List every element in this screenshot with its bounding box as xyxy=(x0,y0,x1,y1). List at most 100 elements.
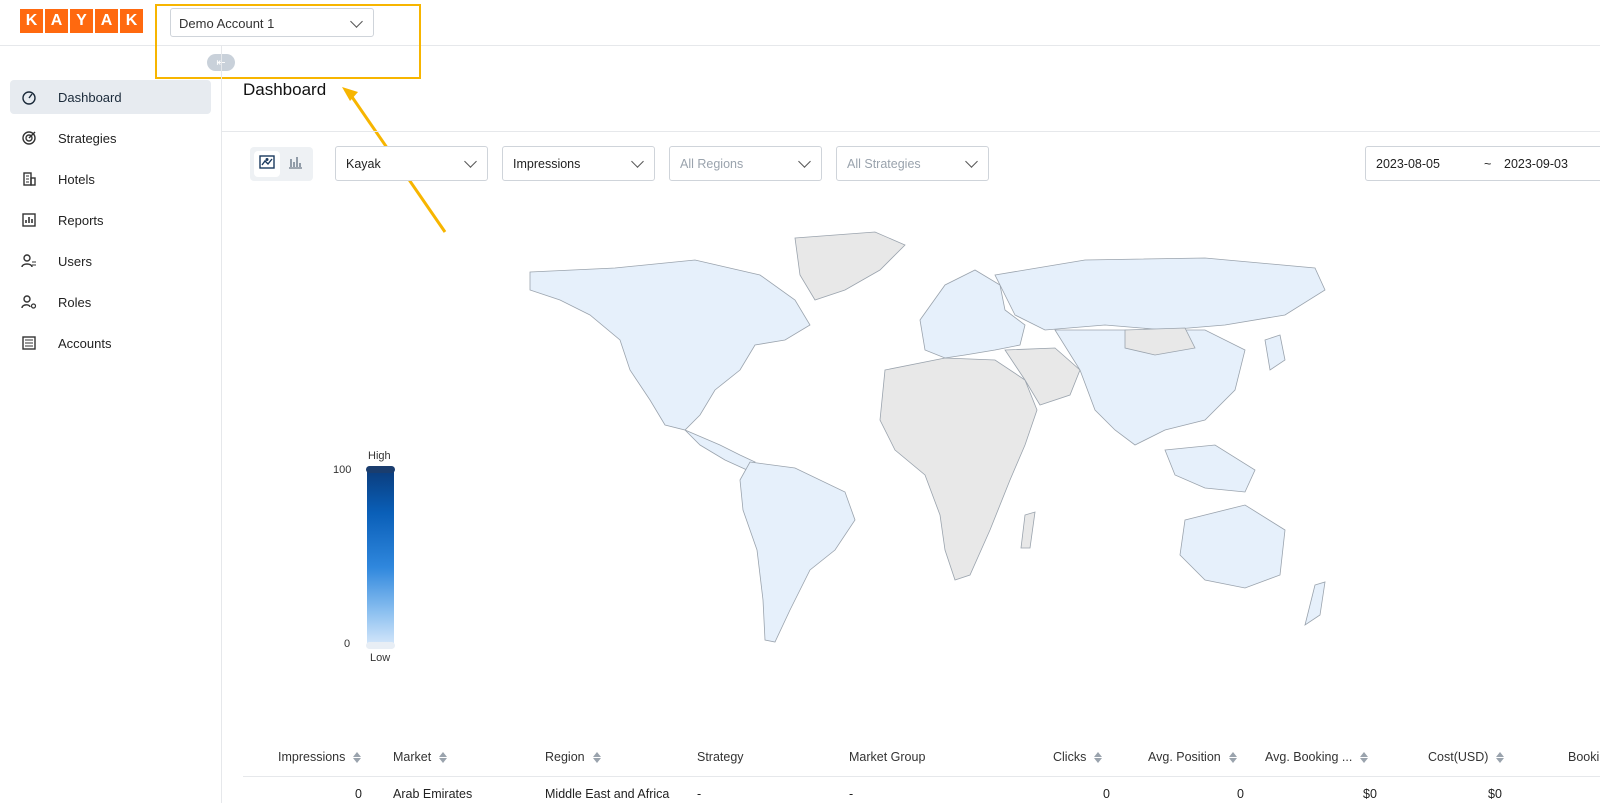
column-header-market-group: Market Group xyxy=(849,750,925,764)
cell-avg-position: 0 xyxy=(1237,787,1244,801)
column-header-region[interactable]: Region xyxy=(545,750,601,764)
map-region-central-america xyxy=(684,429,756,471)
legend-low-label: Low xyxy=(370,652,391,664)
legend-max-value: 100 xyxy=(333,464,352,476)
column-label: Avg. Booking ... xyxy=(1265,750,1353,764)
sidebar-item-reports[interactable]: Reports xyxy=(10,203,211,237)
sidebar-item-label: Hotels xyxy=(58,171,95,187)
cell-cost: $0 xyxy=(1488,787,1502,801)
sort-icon[interactable] xyxy=(439,751,448,763)
legend-max-handle[interactable] xyxy=(366,466,395,473)
sidebar-item-accounts[interactable]: Accounts xyxy=(10,326,211,360)
column-label: Region xyxy=(545,750,585,764)
column-header-impressions[interactable]: Impressions xyxy=(278,750,362,764)
map-region-africa xyxy=(879,357,1038,581)
source-select-value: Kayak xyxy=(346,157,381,171)
sidebar-item-label: Strategies xyxy=(58,130,117,146)
chart-view-icon xyxy=(287,155,303,174)
sidebar-item-label: Accounts xyxy=(58,335,112,351)
map-region-southeast-asia xyxy=(1164,444,1256,493)
column-header-strategy: Strategy xyxy=(697,750,744,764)
column-label: Strategy xyxy=(697,750,744,764)
sidebar-item-strategies[interactable]: Strategies xyxy=(10,121,211,155)
map-region-greenland xyxy=(794,231,906,301)
sidebar-item-label: Reports xyxy=(58,212,104,228)
cell-market-group: - xyxy=(849,787,854,801)
sidebar-item-label: Dashboard xyxy=(58,89,122,105)
world-map[interactable] xyxy=(525,230,1355,660)
sort-icon[interactable] xyxy=(1496,751,1505,763)
legend-min-value: 0 xyxy=(344,638,351,650)
column-label: Market Group xyxy=(849,750,926,764)
chevron-down-icon xyxy=(965,155,978,168)
column-label: Impressions xyxy=(278,750,346,764)
map-view-icon xyxy=(259,154,275,174)
date-end[interactable]: 2023-09-03 xyxy=(1504,157,1568,171)
logo-letter: K xyxy=(120,9,143,33)
column-header-cost[interactable]: Cost(USD) xyxy=(1428,750,1505,764)
column-header-clicks[interactable]: Clicks xyxy=(1053,750,1103,764)
map-view-button[interactable] xyxy=(254,151,280,177)
column-header-avg-position[interactable]: Avg. Position xyxy=(1148,750,1237,764)
cell-market: Arab Emirates xyxy=(393,787,473,801)
chart-view-button[interactable] xyxy=(282,151,308,177)
sort-icon[interactable] xyxy=(1094,751,1103,763)
building-icon xyxy=(21,171,37,187)
logo-letter: A xyxy=(45,9,68,33)
table-row[interactable]: 0 Arab Emirates Middle East and Africa -… xyxy=(243,787,1600,803)
metric-select[interactable]: Impressions xyxy=(502,146,655,181)
sidebar: Dashboard Strategies Hotels Reports User… xyxy=(0,46,222,803)
region-select[interactable]: All Regions xyxy=(669,146,822,181)
metric-select-value: Impressions xyxy=(513,157,581,171)
sidebar-item-dashboard[interactable]: Dashboard xyxy=(10,80,211,114)
source-select[interactable]: Kayak xyxy=(335,146,488,181)
column-header-booking[interactable]: Booking xyxy=(1568,750,1600,764)
column-label: Avg. Position xyxy=(1148,750,1221,764)
user-gear-icon xyxy=(21,294,37,310)
date-start[interactable]: 2023-08-05 xyxy=(1376,157,1440,171)
divider xyxy=(222,131,1600,132)
dashboard-gauge-icon xyxy=(21,89,37,105)
map-region-north-asia xyxy=(994,257,1326,331)
strategy-select[interactable]: All Strategies xyxy=(836,146,989,181)
legend-high-label: High xyxy=(368,450,391,462)
logo-letter: Y xyxy=(70,9,93,33)
map-region-new-zealand xyxy=(1304,581,1326,626)
column-label: Booking xyxy=(1568,750,1600,764)
page-title: Dashboard xyxy=(243,80,327,99)
legend-min-handle[interactable] xyxy=(366,642,395,649)
date-range-picker[interactable]: 2023-08-05 ~ 2023-09-03 xyxy=(1365,146,1600,181)
cell-region: Middle East and Africa xyxy=(545,787,670,801)
bar-chart-icon xyxy=(21,212,37,228)
map-region-north-america xyxy=(529,259,811,431)
region-select-placeholder: All Regions xyxy=(680,157,744,171)
user-list-icon xyxy=(21,253,37,269)
chevron-down-icon xyxy=(464,155,477,168)
date-separator: ~ xyxy=(1484,157,1492,171)
cell-strategy: - xyxy=(697,787,702,801)
column-header-avg-booking[interactable]: Avg. Booking ... xyxy=(1265,750,1369,764)
sidebar-item-hotels[interactable]: Hotels xyxy=(10,162,211,196)
sort-icon[interactable] xyxy=(592,751,601,763)
logo-letter: A xyxy=(95,9,118,33)
strategy-select-placeholder: All Strategies xyxy=(847,157,921,171)
map-region-japan xyxy=(1264,334,1286,371)
column-label: Cost(USD) xyxy=(1428,750,1489,764)
column-header-market[interactable]: Market xyxy=(393,750,448,764)
ledger-icon xyxy=(21,335,37,351)
sort-icon[interactable] xyxy=(1360,751,1369,763)
column-label: Clicks xyxy=(1053,750,1087,764)
sort-icon[interactable] xyxy=(1228,751,1237,763)
cell-clicks: 0 xyxy=(1103,787,1110,801)
column-label: Market xyxy=(393,750,432,764)
sidebar-item-users[interactable]: Users xyxy=(10,244,211,278)
chevron-down-icon xyxy=(631,155,644,168)
table-header: Impressions Market Region Strategy Marke… xyxy=(243,737,1600,777)
kayak-logo[interactable]: K A Y A K xyxy=(20,9,143,33)
sidebar-item-roles[interactable]: Roles xyxy=(10,285,211,319)
legend-gradient-bar xyxy=(367,468,394,648)
cell-impressions: 0 xyxy=(355,787,362,801)
logo-letter: K xyxy=(20,9,43,33)
cell-avg-booking: $0 xyxy=(1363,787,1377,801)
sort-icon[interactable] xyxy=(353,751,362,763)
